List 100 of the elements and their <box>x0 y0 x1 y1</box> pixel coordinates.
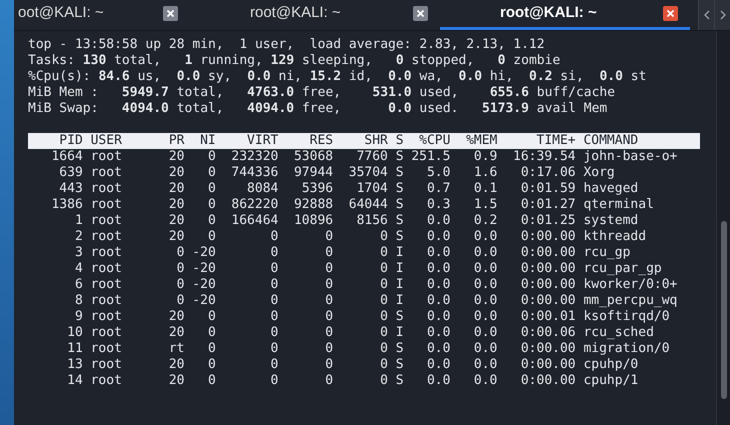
table-cell-text: root <box>90 245 123 261</box>
table-cell: S <box>396 309 404 325</box>
column-header: VIRT <box>246 133 278 149</box>
table-cell-text: 0:01.59 <box>520 181 576 197</box>
table-cell-text: 0 <box>206 341 216 357</box>
table-cell-text: root <box>90 277 123 293</box>
scroll-right-button[interactable] <box>714 0 730 30</box>
column-header: NI <box>199 133 216 149</box>
table-cell-text: root <box>90 309 123 325</box>
summary-line: MiB Swap: 4094.0 total, 4094.0 free, 0.0 used. 5173.9 avail Mem <box>28 101 608 117</box>
table-cell-text: 0 <box>379 245 388 261</box>
tab[interactable]: root@KALI: ~ <box>190 0 440 30</box>
column-header: PR <box>168 133 184 149</box>
table-cell-text: 0.0 <box>472 293 498 309</box>
table-cell-text: 0 <box>324 357 334 373</box>
table-cell-text: root <box>90 149 123 165</box>
table-cell-text: 1 <box>74 213 83 229</box>
table-cell-text: 20 <box>168 373 184 389</box>
table-cell: I <box>396 325 404 341</box>
table-cell: S <box>396 149 404 165</box>
summary-line: MiB Mem : 5949.7 total, 4763.0 free, 531.0 used, 655.6 buff/cache <box>28 85 616 101</box>
table-cell-text: 0 <box>270 261 278 277</box>
column-header: COMMAND <box>583 133 640 149</box>
table-cell-text: root <box>90 261 123 277</box>
table-cell-text: 0.0 <box>426 277 450 293</box>
table-cell-text: 0 <box>206 229 216 245</box>
table-cell-text: 0:00.00 <box>520 261 576 277</box>
table-cell-text: 0.0 <box>472 341 498 357</box>
table-cell-text: 1664 <box>50 149 83 165</box>
table-cell: S <box>396 357 404 373</box>
tab[interactable]: oot@KALI: ~ <box>14 0 190 30</box>
table-cell-text: 0:17.06 <box>520 165 576 181</box>
table-cell: -20 <box>192 293 216 309</box>
table-cell-text: 0 <box>324 341 334 357</box>
table-cell-text: 10896 <box>292 213 334 229</box>
column-header: %CPU <box>418 133 450 149</box>
table-cell-text: 0 <box>206 357 216 373</box>
close-button[interactable] <box>163 6 178 21</box>
table-cell-text: 0 <box>379 229 388 245</box>
table-cell-text: 9 <box>74 309 83 325</box>
column-header: PID <box>58 133 83 149</box>
table-cell-text: 97944 <box>292 165 334 181</box>
table-cell-text: 8084 <box>246 181 278 197</box>
table-cell-text: 0:01.25 <box>520 213 576 229</box>
table-cell: S <box>396 373 404 389</box>
table-cell-text: 0.0 <box>472 373 498 389</box>
table-cell-text: 0 <box>379 373 388 389</box>
scrollbar-thumb[interactable] <box>720 221 726 399</box>
table-cell-text: 0 <box>206 149 216 165</box>
table-cell-text: kthreadd <box>583 229 648 245</box>
table-cell-text: 0 <box>176 277 184 293</box>
table-cell-text: 20 <box>168 309 184 325</box>
summary-line: Tasks: 130 total, 1 running, 129 sleeping, 0 stopped, 0 zombie <box>28 53 560 69</box>
table-cell-text: 3 <box>74 245 83 261</box>
table-cell-text: systemd <box>583 213 640 229</box>
table-cell-text: 1386 <box>50 197 83 213</box>
table-cell-text: 20 <box>168 357 184 373</box>
table-cell: I <box>396 277 404 293</box>
table-cell-text: 0:00.00 <box>520 229 576 245</box>
table-cell-text: 0.0 <box>426 373 450 389</box>
table-cell-text: 0 <box>324 325 334 341</box>
summary-line: %Cpu(s): 84.6 us, 0.0 sy, 0.0 ni, 15.2 id, 0.0 wa, 0.0 hi, 0.2 si, 0.0 st <box>28 69 646 85</box>
table-cell-text: 0 <box>379 341 388 357</box>
table-cell-text: 64044 <box>348 197 388 213</box>
table-cell-text: 53068 <box>292 149 334 165</box>
table-cell: I <box>396 245 404 261</box>
table-cell-text: 0:01.27 <box>520 197 576 213</box>
close-button[interactable] <box>663 6 678 21</box>
table-cell-text: 0.0 <box>426 213 450 229</box>
table-cell-text: 639 <box>58 165 83 181</box>
table-cell-text: 5.0 <box>426 165 450 181</box>
table-cell: -20 <box>192 261 216 277</box>
table-cell-text: 16:39.54 <box>512 149 576 165</box>
table-cell-text: 0 <box>206 197 216 213</box>
tab[interactable]: root@KALI: ~ <box>440 0 690 30</box>
column-header: %MEM <box>465 133 498 149</box>
table-cell-text: root <box>90 293 123 309</box>
table-cell-text: 14 <box>66 373 83 389</box>
table-cell-text: 0.0 <box>472 357 498 373</box>
table-cell-text: 0:00.00 <box>520 245 576 261</box>
table-cell-text: john-base-o+ <box>583 149 678 165</box>
close-button[interactable] <box>413 6 428 21</box>
column-header: S <box>396 133 404 149</box>
table-cell-text: 0 <box>324 277 334 293</box>
table-cell-text: 0 <box>270 341 278 357</box>
table-cell-text: 0.0 <box>426 357 450 373</box>
table-cell-text: 0.0 <box>472 277 498 293</box>
table-cell-text: 20 <box>168 229 184 245</box>
table-cell: S <box>396 181 404 197</box>
column-header: USER <box>90 133 123 149</box>
table-cell-text: root <box>90 229 123 245</box>
scroll-left-button[interactable] <box>698 0 714 30</box>
close-icon <box>416 9 425 18</box>
table-cell-text: 0.0 <box>426 309 450 325</box>
table-cell-text: 0:00.00 <box>520 357 576 373</box>
table-cell-text: 0.9 <box>472 149 498 165</box>
table-cell-text: 0 <box>270 293 278 309</box>
table-cell-text: 0.1 <box>472 181 498 197</box>
table-cell-text: 0.0 <box>472 261 498 277</box>
table-cell-text: 0 <box>176 245 184 261</box>
